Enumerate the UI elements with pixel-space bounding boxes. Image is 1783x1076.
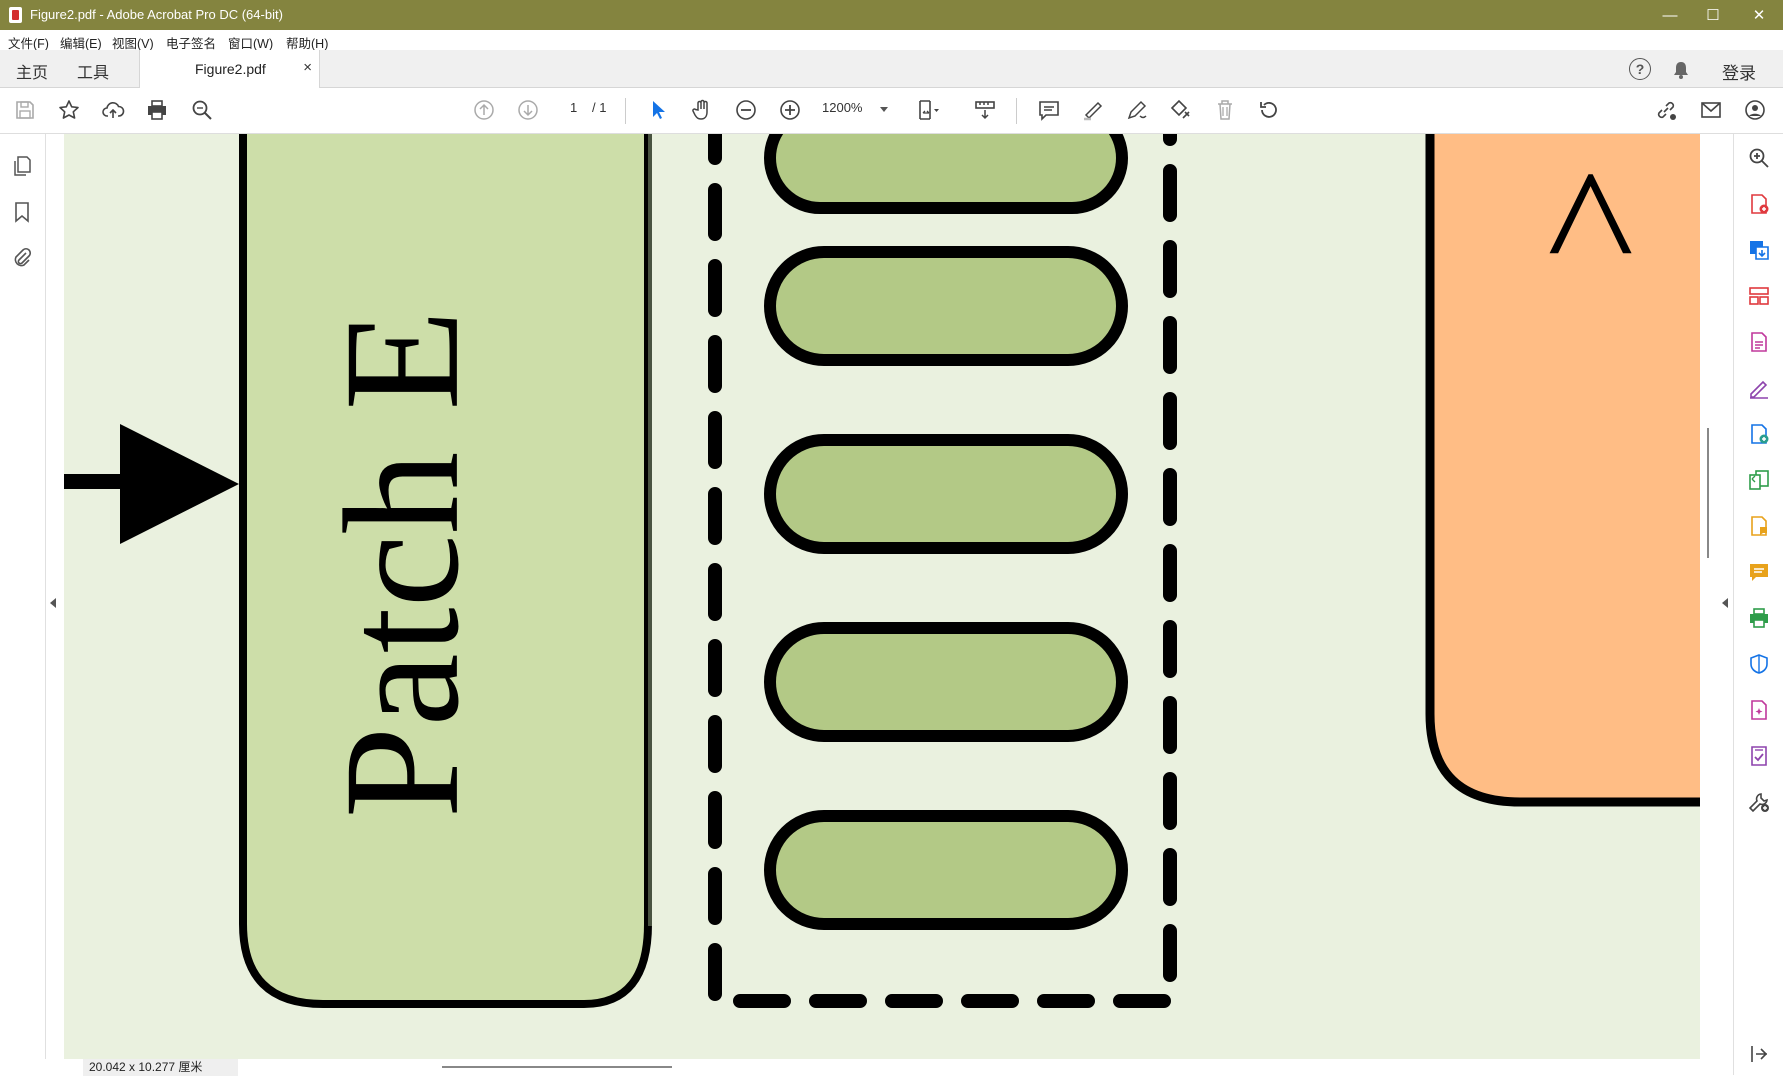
acrobat-logo-icon xyxy=(9,7,22,23)
print-production-icon[interactable] xyxy=(1747,606,1771,630)
chevron-down-icon[interactable] xyxy=(880,107,888,113)
collapse-right-panel-icon[interactable] xyxy=(1722,598,1728,608)
menu-bar: 文件(F) 编辑(E) 视图(V) 电子签名 窗口(W) 帮助(H) xyxy=(0,30,1783,51)
protect-shield-icon[interactable] xyxy=(1747,652,1771,676)
main-toolbar: 1 / 1 1200% xyxy=(0,88,1783,134)
more-tools-wrench-icon[interactable] xyxy=(1747,790,1771,814)
close-tab-button[interactable]: × xyxy=(303,59,312,76)
page-thumbnails-icon[interactable] xyxy=(10,154,34,178)
cloud-upload-icon[interactable] xyxy=(99,96,127,124)
input-arrow xyxy=(64,424,239,544)
undo-icon[interactable] xyxy=(1255,96,1283,124)
layer-pill xyxy=(764,434,1128,554)
bookmark-icon[interactable] xyxy=(10,200,34,224)
close-window-button[interactable]: ✕ xyxy=(1736,0,1782,30)
vertical-scrollbar-thumb[interactable] xyxy=(1707,428,1709,558)
patch-label: Patch E xyxy=(310,310,493,819)
create-pdf-icon[interactable] xyxy=(1747,192,1771,216)
next-page-icon[interactable] xyxy=(514,96,542,124)
zoom-level-select[interactable]: 1200% xyxy=(822,100,862,115)
highlight-icon[interactable] xyxy=(1079,96,1107,124)
document-canvas[interactable]: Patch E > xyxy=(64,134,1700,1060)
horizontal-scrollbar-thumb[interactable] xyxy=(442,1066,672,1068)
certificate-check-icon[interactable] xyxy=(1747,744,1771,768)
tab-tools[interactable]: 工具 xyxy=(77,59,109,83)
layer-pill xyxy=(764,810,1128,930)
zoom-in-icon[interactable] xyxy=(776,96,804,124)
save-icon[interactable] xyxy=(11,96,39,124)
scan-ocr-icon[interactable] xyxy=(1747,514,1771,538)
page-fit-icon[interactable] xyxy=(914,96,942,124)
title-bar: Figure2.pdf - Adobe Acrobat Pro DC (64-b… xyxy=(0,0,1783,30)
tab-home[interactable]: 主页 xyxy=(16,59,48,83)
share-link-icon[interactable] xyxy=(1652,96,1680,124)
page-number-input[interactable]: 1 xyxy=(570,100,577,115)
collapse-left-panel-icon[interactable] xyxy=(50,598,56,608)
hand-tool-icon[interactable] xyxy=(688,96,716,124)
comment-icon[interactable] xyxy=(1035,96,1063,124)
attachment-icon[interactable] xyxy=(10,246,34,270)
export-pdf-icon[interactable] xyxy=(1747,238,1771,262)
sign-in-link[interactable]: 登录 xyxy=(1722,59,1756,84)
layer-pill xyxy=(764,246,1128,366)
user-share-icon[interactable] xyxy=(1741,96,1769,124)
layer-pill xyxy=(764,622,1128,742)
email-icon[interactable] xyxy=(1697,96,1725,124)
toolbar-divider xyxy=(1016,98,1017,124)
status-bar: 20.042 x 10.277 厘米 xyxy=(45,1059,1700,1076)
combine-files-icon[interactable] xyxy=(1747,422,1771,446)
collapse-tools-panel-icon[interactable] xyxy=(1747,1042,1771,1066)
page-dimensions: 20.042 x 10.277 厘米 xyxy=(83,1059,238,1076)
star-icon[interactable] xyxy=(55,96,83,124)
left-navigation-panel xyxy=(0,134,46,1075)
search-icon[interactable] xyxy=(188,96,216,124)
notification-bell-icon[interactable] xyxy=(1671,60,1691,80)
edit-pdf-icon[interactable] xyxy=(1747,330,1771,354)
document-tab-label: Figure2.pdf xyxy=(195,61,266,77)
orange-box-glyph: > xyxy=(1496,166,1684,262)
comment-tool-icon[interactable] xyxy=(1747,560,1771,584)
delete-icon[interactable] xyxy=(1211,96,1239,124)
maximize-button[interactable]: ☐ xyxy=(1690,0,1736,30)
toolbar-divider xyxy=(625,98,626,124)
organize-pages-icon[interactable] xyxy=(1747,284,1771,308)
print-icon[interactable] xyxy=(143,96,171,124)
zoom-search-icon[interactable] xyxy=(1747,146,1771,170)
stamp-icon[interactable] xyxy=(1167,96,1195,124)
vertical-scrollbar[interactable] xyxy=(1700,134,1716,1060)
minimize-button[interactable]: — xyxy=(1647,0,1693,30)
select-tool-icon[interactable] xyxy=(644,96,672,124)
previous-page-icon[interactable] xyxy=(470,96,498,124)
help-icon[interactable]: ? xyxy=(1629,58,1651,80)
fill-sign-icon[interactable] xyxy=(1747,376,1771,400)
compare-files-icon[interactable] xyxy=(1747,468,1771,492)
prepare-form-icon[interactable] xyxy=(1747,698,1771,722)
layer-pill xyxy=(764,134,1128,214)
draw-pen-icon[interactable] xyxy=(1123,96,1151,124)
tab-bar: 主页 工具 Figure2.pdf × ? 登录 xyxy=(0,50,1783,88)
scroll-mode-icon[interactable] xyxy=(971,96,999,124)
right-tools-panel xyxy=(1733,134,1783,1075)
zoom-out-icon[interactable] xyxy=(732,96,760,124)
figure-page: Patch E > xyxy=(64,134,1700,1008)
window-title: Figure2.pdf - Adobe Acrobat Pro DC (64-b… xyxy=(30,7,283,22)
tab-document[interactable]: Figure2.pdf × xyxy=(139,50,320,88)
page-total: / 1 xyxy=(592,100,607,115)
